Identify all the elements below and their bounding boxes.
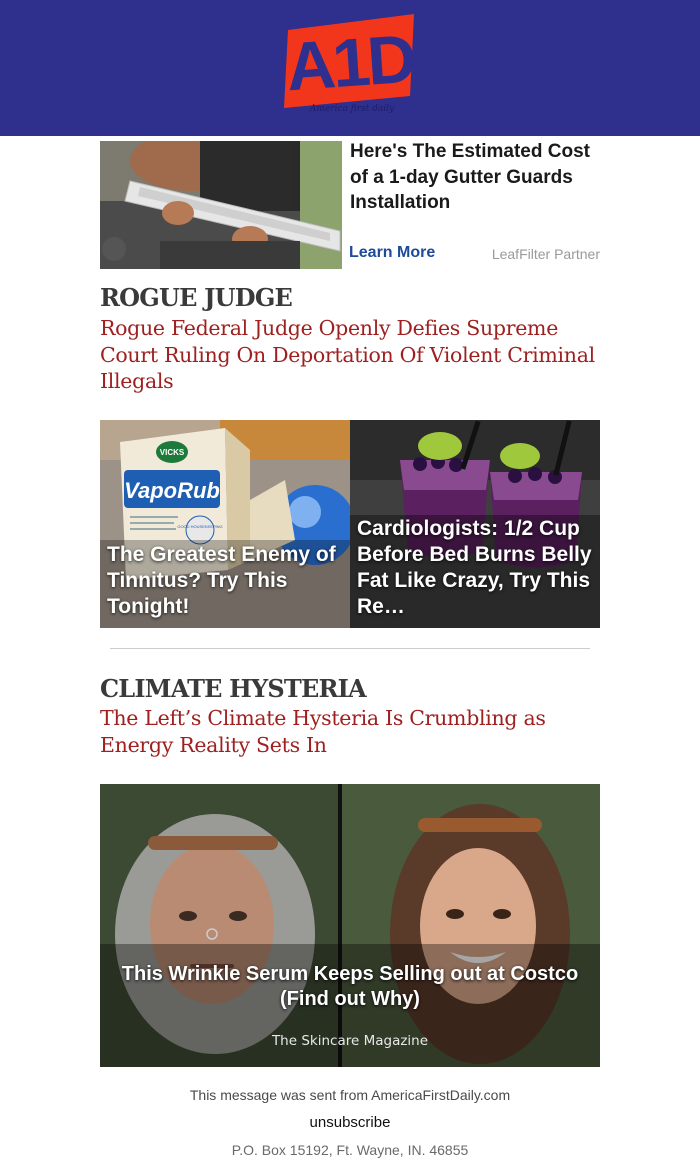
sponsored-ad-gutter[interactable]: Here's The Estimated Cost of a 1-day Gut… xyxy=(100,141,600,269)
ad-image-gutter-guard[interactable] xyxy=(100,141,342,269)
article-tag-rogue-judge: ROGUE JUDGE xyxy=(100,283,293,312)
logo-tagline: America first daily xyxy=(309,104,395,114)
footer-sent-from: This message was sent from AmericaFirstD… xyxy=(189,1087,511,1103)
unsubscribe-link[interactable]: unsubscribe xyxy=(0,1114,700,1131)
footer-address: P.O. Box 15192, Ft. Wayne, IN. 46855 xyxy=(231,1142,469,1158)
ad-big-caption[interactable]: This Wrinkle Serum Keeps Selling out at … xyxy=(100,962,600,1012)
article-headline-rogue-judge[interactable]: Rogue Federal Judge Openly Defies Suprem… xyxy=(100,315,600,395)
article-headline-climate[interactable]: The Left’s Climate Hysteria Is Crumbling… xyxy=(100,705,600,758)
learn-more-link[interactable]: Learn More xyxy=(349,244,435,262)
logo-mark: A1D xyxy=(284,14,417,108)
section-divider xyxy=(110,648,590,649)
logo-text: A1D xyxy=(284,21,417,106)
sponsored-ad-wrinkle-serum[interactable]: This Wrinkle Serum Keeps Selling out at … xyxy=(100,784,600,1067)
vicks-box-seal: GOOD HOUSEKEEPING xyxy=(177,524,222,529)
vicks-box-product: VapoRub xyxy=(124,478,220,503)
ad-big-source: The Skincare Magazine xyxy=(271,1033,429,1049)
ad-image-faces xyxy=(100,784,600,1067)
tile-caption-tinnitus[interactable]: The Greatest Enemy of Tinnitus? Try This… xyxy=(107,542,344,620)
tile-caption-belly-fat[interactable]: Cardiologists: 1/2 Cup Before Bed Burns … xyxy=(357,516,594,620)
sponsored-tile-belly-fat[interactable]: Cardiologists: 1/2 Cup Before Bed Burns … xyxy=(350,420,600,628)
ad-title[interactable]: Here's The Estimated Cost of a 1-day Gut… xyxy=(350,139,600,216)
sponsored-tile-tinnitus[interactable]: VICKS VapoRub GOOD HOUSEKEEPING The Grea… xyxy=(100,420,350,628)
email-header: A1D America first daily xyxy=(0,0,700,136)
ad-sponsor-label: LeafFilter Partner xyxy=(491,246,600,262)
sponsored-tiles: VICKS VapoRub GOOD HOUSEKEEPING The Grea… xyxy=(100,420,600,628)
vicks-box-brand: VICKS xyxy=(160,448,185,457)
article-tag-climate-hysteria: CLIMATE HYSTERIA xyxy=(100,674,367,703)
